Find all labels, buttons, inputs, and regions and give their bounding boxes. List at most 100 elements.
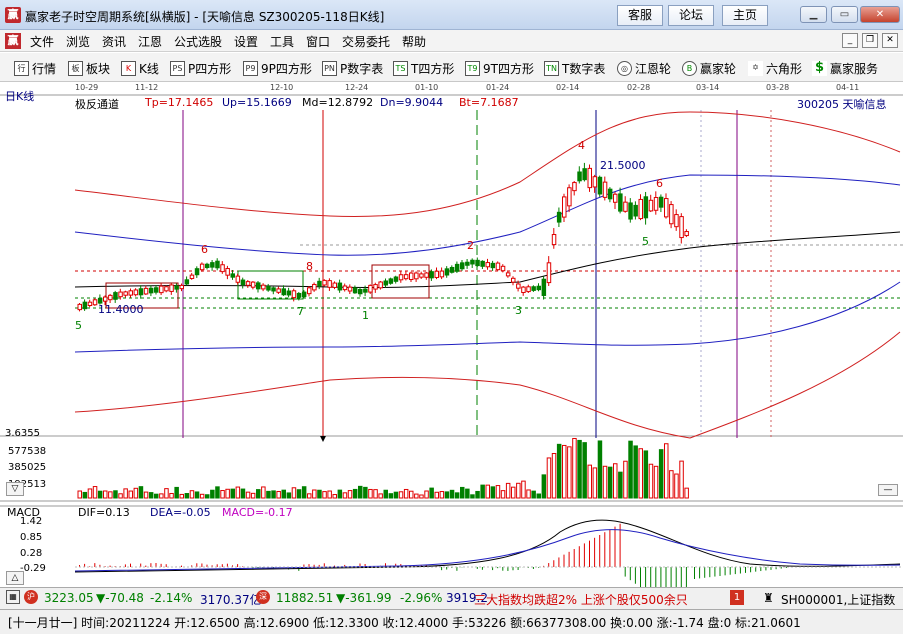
candle-body: [454, 263, 460, 272]
sz-index[interactable]: 11882.51: [276, 591, 333, 605]
chart-area[interactable]: 10-29 11-12 12-10 12-24 01-10 01-24 02-1…: [0, 82, 903, 587]
mdi-close-icon[interactable]: ✕: [882, 33, 898, 48]
menu-file[interactable]: 文件: [30, 33, 54, 50]
candle-body: [577, 171, 582, 182]
expand-icon[interactable]: —: [878, 484, 898, 496]
candle-body: [449, 266, 455, 273]
current-index[interactable]: SH000001,上证指数: [781, 591, 895, 608]
candle-body: [235, 275, 241, 283]
gann-wheel-icon: ◎: [617, 60, 632, 76]
candle-body: [633, 204, 638, 217]
tool-9p-square[interactable]: P9 9P四方形: [243, 59, 312, 77]
date-tick: 03-28: [766, 83, 790, 92]
candle-body: [164, 286, 169, 292]
date-tick: 10-29: [75, 83, 99, 92]
candle-body: [154, 287, 159, 293]
candle-body: [398, 274, 404, 281]
tool-quotes[interactable]: 行行情: [14, 59, 56, 77]
candle-body: [383, 280, 388, 286]
tp-value: Tp=17.1465: [145, 96, 214, 109]
tool-p-number-table[interactable]: PN P数字表: [322, 59, 383, 77]
volume-bar: [327, 490, 332, 499]
tool-label: 板块: [86, 61, 111, 76]
tool-label: T四方形: [411, 61, 455, 76]
minimize-icon[interactable]: ▁: [800, 6, 827, 23]
kline-chart[interactable]: [0, 82, 903, 587]
menu-trade[interactable]: 交易委托: [342, 33, 390, 50]
volume-bar: [169, 492, 174, 499]
wave-label: 5: [642, 235, 649, 248]
mdi-restore-icon[interactable]: ❐: [862, 33, 878, 48]
tool-hexagon[interactable]: ✡ 六角形: [748, 59, 802, 77]
scroll-up-icon[interactable]: △: [6, 571, 24, 585]
restore-icon[interactable]: ▭: [831, 6, 858, 23]
candle-body: [312, 283, 317, 291]
menu-settings[interactable]: 设置: [234, 33, 258, 50]
volume-bar: [664, 443, 669, 499]
forum-button[interactable]: 论坛: [668, 5, 714, 26]
tool-p-square[interactable]: PS P四方形: [170, 59, 231, 77]
tool-label: P四方形: [188, 61, 232, 76]
tool-gann-wheel[interactable]: ◎ 江恩轮: [617, 59, 671, 77]
volume-bar: [511, 486, 516, 499]
scroll-down-icon[interactable]: ▽: [6, 482, 24, 496]
tool-t-number-table[interactable]: TN T数字表: [544, 59, 605, 77]
close-icon[interactable]: ✕: [860, 6, 900, 23]
volume-bar: [597, 440, 603, 499]
volume-bar: [225, 488, 230, 499]
volume-bar: [261, 486, 266, 499]
tool-winner-service[interactable]: $ 赢家服务: [812, 59, 878, 77]
candle-body: [388, 278, 394, 284]
candle-body: [470, 259, 475, 265]
tool-9t-square[interactable]: T9 9T四方形: [465, 59, 534, 77]
volume-bar: [607, 466, 613, 499]
sh-amount: 3170.37亿: [200, 593, 262, 607]
menu-gann[interactable]: 江恩: [138, 33, 162, 50]
volume-bar: [633, 445, 638, 499]
candle-body: [77, 303, 82, 311]
menu-browse[interactable]: 浏览: [66, 33, 90, 50]
sh-pct: -2.14%: [150, 591, 193, 605]
volume-bar: [240, 488, 246, 499]
volume-bar: [429, 487, 434, 499]
volume-bar: [373, 489, 378, 499]
tool-kline[interactable]: K K线: [121, 59, 159, 77]
volume-bar: [653, 465, 659, 499]
menu-help[interactable]: 帮助: [402, 33, 426, 50]
candle-body: [562, 196, 567, 218]
menu-tools[interactable]: 工具: [270, 33, 294, 50]
calculator-icon[interactable]: ▦: [6, 590, 20, 604]
candle-body: [307, 287, 312, 295]
candle-body: [250, 281, 256, 288]
candle-body: [607, 188, 613, 200]
mdi-minimize-icon[interactable]: _: [842, 33, 858, 48]
wave-label: 7: [297, 305, 304, 318]
volume-bar: [613, 463, 618, 499]
candle-body: [123, 291, 128, 296]
9t-square-icon: T9: [465, 60, 480, 76]
menu-info[interactable]: 资讯: [102, 33, 126, 50]
tool-t-square[interactable]: TS T四方形: [393, 59, 454, 77]
volume-bar: [669, 470, 674, 499]
volume-bar: [138, 486, 144, 499]
volume-bar: [541, 474, 547, 499]
news-ticker[interactable]: 三大指数均跌超2% 上涨个股仅500余只: [474, 591, 724, 608]
menu-formula[interactable]: 公式选股: [174, 33, 222, 50]
candle-body: [653, 197, 659, 211]
volume-bar: [521, 480, 526, 499]
home-button[interactable]: 主页: [722, 5, 768, 26]
tool-winner-wheel[interactable]: B 赢家轮: [682, 59, 736, 77]
wave-label: 4: [578, 139, 585, 152]
candle-body: [225, 268, 230, 276]
volume-bar: [312, 489, 317, 499]
md-value: Md=12.8792: [302, 96, 374, 109]
service-button[interactable]: 客服: [617, 5, 663, 26]
menu-window[interactable]: 窗口: [306, 33, 330, 50]
menu-logo-icon[interactable]: 赢: [5, 33, 21, 49]
tool-sector[interactable]: 板板块: [68, 59, 110, 77]
volume-bar: [337, 489, 343, 499]
candle-body: [582, 168, 587, 181]
volume-bar: [378, 493, 383, 499]
sh-index[interactable]: 3223.05: [44, 591, 94, 605]
page-number[interactable]: 1: [730, 590, 744, 605]
